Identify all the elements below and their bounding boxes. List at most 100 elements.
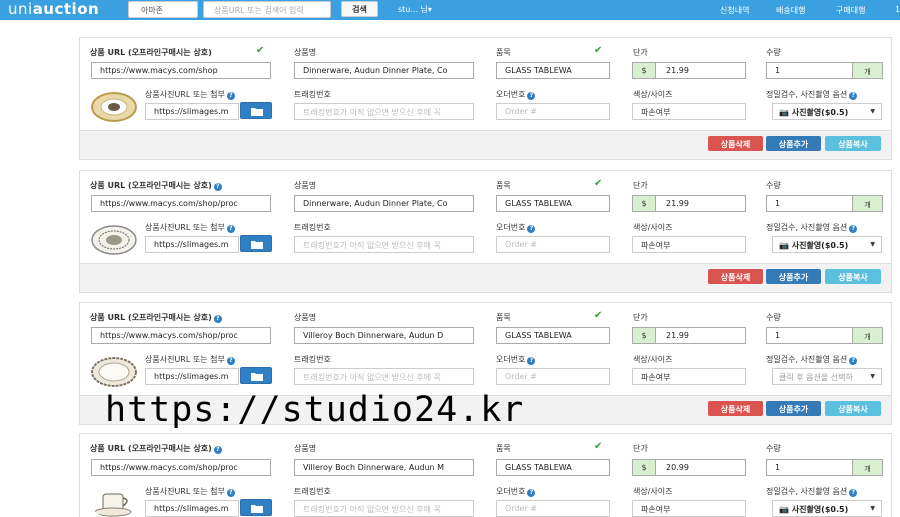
tracking-input[interactable]: 트래킹번호가 아직 없으면 받으신 후에 꼭 [294,368,474,385]
attach-file-button[interactable] [240,367,272,384]
help-icon[interactable]: ? [226,489,235,497]
product-name-input[interactable]: Villeroy Boch Dinnerware, Audun M [294,459,474,476]
quantity-input[interactable]: 1 [766,327,853,344]
nav-link-more[interactable]: 1 [895,5,900,14]
inspection-select[interactable]: 📷 사진촬영($0.5) ▼ [772,103,882,120]
product-url-input[interactable]: https://www.macys.com/shop/proc [91,195,271,212]
copy-item-button[interactable]: 상품복사 [825,401,881,416]
product-name-input[interactable]: Dinnerware, Audun Dinner Plate, Co [294,195,474,212]
tracking-label: 트래킹번호 [294,355,331,364]
caret-down-icon: ▼ [870,108,875,115]
quantity-label: 수량 [766,181,781,190]
order-no-input[interactable]: Order # [496,103,610,120]
category-label: 품목 [496,313,511,322]
help-icon[interactable]: ? [226,225,235,233]
copy-item-button[interactable]: 상품복사 [825,269,881,284]
product-thumbnail [94,493,132,517]
tracking-label: 트래킹번호 [294,90,331,99]
nav-link-purchase[interactable]: 구매대행 [836,5,865,16]
inspection-select[interactable]: 클릭 후 옵션을 선택하 ▼ [772,368,882,385]
nav-link-requests[interactable]: 신청내역 [720,5,749,16]
order-no-label: 오더번호? [496,222,536,233]
product-name-input[interactable]: Dinnerware, Audun Dinner Plate, Co [294,62,474,79]
unit-price-input[interactable]: 21.99 [655,195,746,212]
help-icon[interactable]: ? [213,183,222,191]
copy-item-button[interactable]: 상품복사 [825,136,881,151]
help-icon[interactable]: ? [226,92,235,100]
add-item-button[interactable]: 상품추가 [766,136,821,151]
product-url-label: 상품 URL (오프라인구매시는 상호)? [90,180,222,191]
help-icon[interactable]: ? [849,225,858,233]
order-no-input[interactable]: Order # [496,500,610,517]
category-input[interactable]: GLASS TABLEWA [496,327,610,344]
color-size-input[interactable]: 파손여부 [632,500,746,517]
product-url-input[interactable]: https://www.macys.com/shop/proc [91,459,271,476]
image-url-input[interactable]: https://slimages.m [145,103,239,120]
nav-link-shipping[interactable]: 배송대행 [776,5,805,16]
site-logo[interactable]: uniauction [8,0,99,18]
delete-item-button[interactable]: 상품삭제 [708,136,763,151]
product-url-label: 상품 URL (오프라인구매시는 상호)? [90,443,222,454]
attach-file-button[interactable] [240,499,272,516]
tracking-input[interactable]: 트래킹번호가 아직 없으면 받으신 후에 꼭 [294,236,474,253]
product-card: 상품 URL (오프라인구매시는 상호) ✔ https://www.macys… [79,37,892,160]
color-size-input[interactable]: 파손여부 [632,103,746,120]
product-name-input[interactable]: Villeroy Boch Dinnerware, Audun D [294,327,474,344]
attach-file-button[interactable] [240,235,272,252]
unit-price-input[interactable]: 21.99 [655,62,746,79]
help-icon[interactable]: ? [226,357,235,365]
site-select[interactable]: 아마존 [128,1,198,18]
add-item-button[interactable]: 상품추가 [766,269,821,284]
help-icon[interactable]: ? [849,92,858,100]
inspection-select[interactable]: 📷 사진촬영($0.5) ▼ [772,236,882,253]
search-input[interactable]: 상품URL 또는 검색어 입력 [203,1,331,18]
order-no-input[interactable]: Order # [496,368,610,385]
attach-file-button[interactable] [240,102,272,119]
color-size-input[interactable]: 파손여부 [632,236,746,253]
quantity-input[interactable]: 1 [766,62,853,79]
help-icon[interactable]: ? [527,92,536,100]
help-icon[interactable]: ? [527,357,536,365]
image-url-input[interactable]: https://slimages.m [145,500,239,517]
tracking-input[interactable]: 트래킹번호가 아직 없으면 받으신 후에 꼭 [294,500,474,517]
category-input[interactable]: GLASS TABLEWA [496,459,610,476]
unit-price-input[interactable]: 21.99 [655,327,746,344]
quantity-input[interactable]: 1 [766,459,853,476]
label-text: 정밀검수, 사진촬영 옵션 [766,355,848,364]
category-input[interactable]: GLASS TABLEWA [496,62,610,79]
product-url-input[interactable]: https://www.macys.com/shop/proc [91,327,271,344]
inspection-select[interactable]: 📷 사진촬영($0.5) ▼ [772,500,882,517]
help-icon[interactable]: ? [849,489,858,497]
color-size-input[interactable]: 파손여부 [632,368,746,385]
inspection-value: 📷 사진촬영($0.5) [779,505,849,514]
tracking-input[interactable]: 트래킹번호가 아직 없으면 받으신 후에 꼭 [294,103,474,120]
help-icon[interactable]: ? [527,489,536,497]
quantity-unit: 개 [852,459,883,476]
color-size-label: 색상/사이즈 [633,355,673,364]
unit-price-field: $ 21.99 [632,62,746,79]
add-item-button[interactable]: 상품추가 [766,401,821,416]
product-url-input[interactable]: https://www.macys.com/shop [91,62,271,79]
unit-price-input[interactable]: 20.99 [655,459,746,476]
help-icon[interactable]: ? [527,225,536,233]
top-navbar: uniauction 아마존 상품URL 또는 검색어 입력 검색 stu...… [0,0,900,20]
folder-icon [251,241,263,249]
image-url-input[interactable]: https://slimages.m [145,236,239,253]
quantity-input[interactable]: 1 [766,195,853,212]
help-icon[interactable]: ? [849,357,858,365]
order-no-input[interactable]: Order # [496,236,610,253]
delete-item-button[interactable]: 상품삭제 [708,401,763,416]
inspection-label: 정밀검수, 사진촬영 옵션? [766,222,858,233]
card-footer: 상품삭제 상품추가 상품복사 [80,130,891,159]
category-input[interactable]: GLASS TABLEWA [496,195,610,212]
label-text: 오더번호 [496,90,526,99]
category-label: 품목 [496,48,511,57]
help-icon[interactable]: ? [213,315,222,323]
order-no-label: 오더번호? [496,354,536,365]
user-menu[interactable]: stu... 님▾ [398,4,432,15]
product-url-label: 상품 URL (오프라인구매시는 상호) [90,47,212,58]
image-url-input[interactable]: https://slimages.m [145,368,239,385]
delete-item-button[interactable]: 상품삭제 [708,269,763,284]
help-icon[interactable]: ? [213,446,222,454]
search-button[interactable]: 검색 [341,1,378,17]
